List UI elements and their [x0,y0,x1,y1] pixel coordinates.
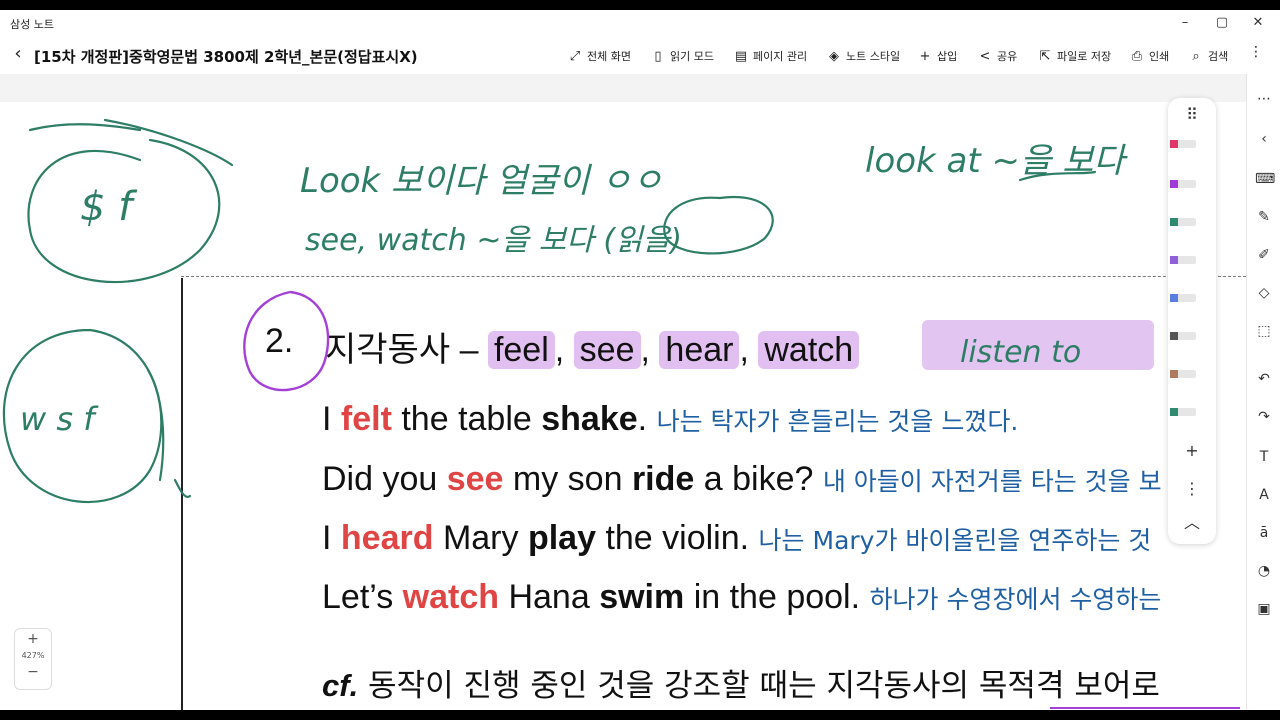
more-options-icon[interactable]: ⋮ [1248,44,1264,66]
eraser-icon[interactable]: ◇ [1255,284,1273,302]
add-pen-button[interactable]: + [1180,440,1204,462]
handwriting-heading-extra: listen to [960,335,1081,370]
keyboard-icon[interactable]: ⌨ [1255,170,1275,188]
pen-8[interactable] [1170,406,1206,418]
handwriting-line1-right: look at ~을 보다 [865,141,1128,181]
handwriting-side-top: $ f [80,184,138,230]
grid-icon[interactable]: ⋯ [1255,90,1273,108]
tray-grip-icon[interactable]: ⠿ [1180,104,1204,126]
pen-7[interactable] [1170,368,1206,380]
pen-5[interactable] [1170,292,1206,304]
redo-icon[interactable]: ↷ [1255,408,1273,426]
highlighter-icon[interactable]: ✐ [1255,246,1273,264]
lasso-icon[interactable]: ⬚ [1255,322,1273,340]
pen-1[interactable] [1170,138,1206,150]
zoom-out-button[interactable]: − [15,664,51,680]
convert-icon[interactable]: ā [1255,524,1273,542]
app-window: 삼성 노트 – ▢ ✕ ‹ [15차 개정판]중학영문법 3800제 2학년_본… [0,10,1280,710]
text-icon[interactable]: T [1255,448,1273,466]
handwriting-line2: see, watch ~을 보다 (읽을) [305,223,682,258]
pen-4[interactable] [1170,254,1206,266]
handwriting-line1-left: Look 보이다 얼굴이 ㅇㅇ [300,161,663,201]
zoom-control: + 427% − [14,628,52,690]
chevron-left-icon[interactable]: ‹ [1255,130,1273,148]
undo-icon[interactable]: ↶ [1255,370,1273,388]
pen-tray: ⠿ + ⋮ ︿ [1168,98,1216,544]
image-icon[interactable]: ▣ [1255,600,1273,618]
zoom-in-button[interactable]: + [15,631,51,647]
tray-more-icon[interactable]: ⋮ [1180,478,1204,500]
zoom-level: 427% [21,651,45,660]
pen-2[interactable] [1170,178,1206,190]
close-button[interactable]: ✕ [1243,13,1273,33]
handwriting-text-icon[interactable]: A [1255,486,1273,504]
pen-6[interactable] [1170,330,1206,342]
tray-collapse-icon[interactable]: ︿ [1180,512,1204,534]
right-tool-rail: ⋯ ‹ ⌨ ✎ ✐ ◇ ⬚ ↶ ↷ T A ā ◔ ▣ [1246,74,1280,710]
shapes-icon[interactable]: ◔ [1255,562,1273,580]
pen-icon[interactable]: ✎ [1255,208,1273,226]
pen-3[interactable] [1170,216,1206,228]
handwriting-side-bottom: w s f [20,400,99,438]
handwriting-layer: Look 보이다 얼굴이 ㅇㅇ look at ~을 보다 see, watch… [2,118,1240,709]
